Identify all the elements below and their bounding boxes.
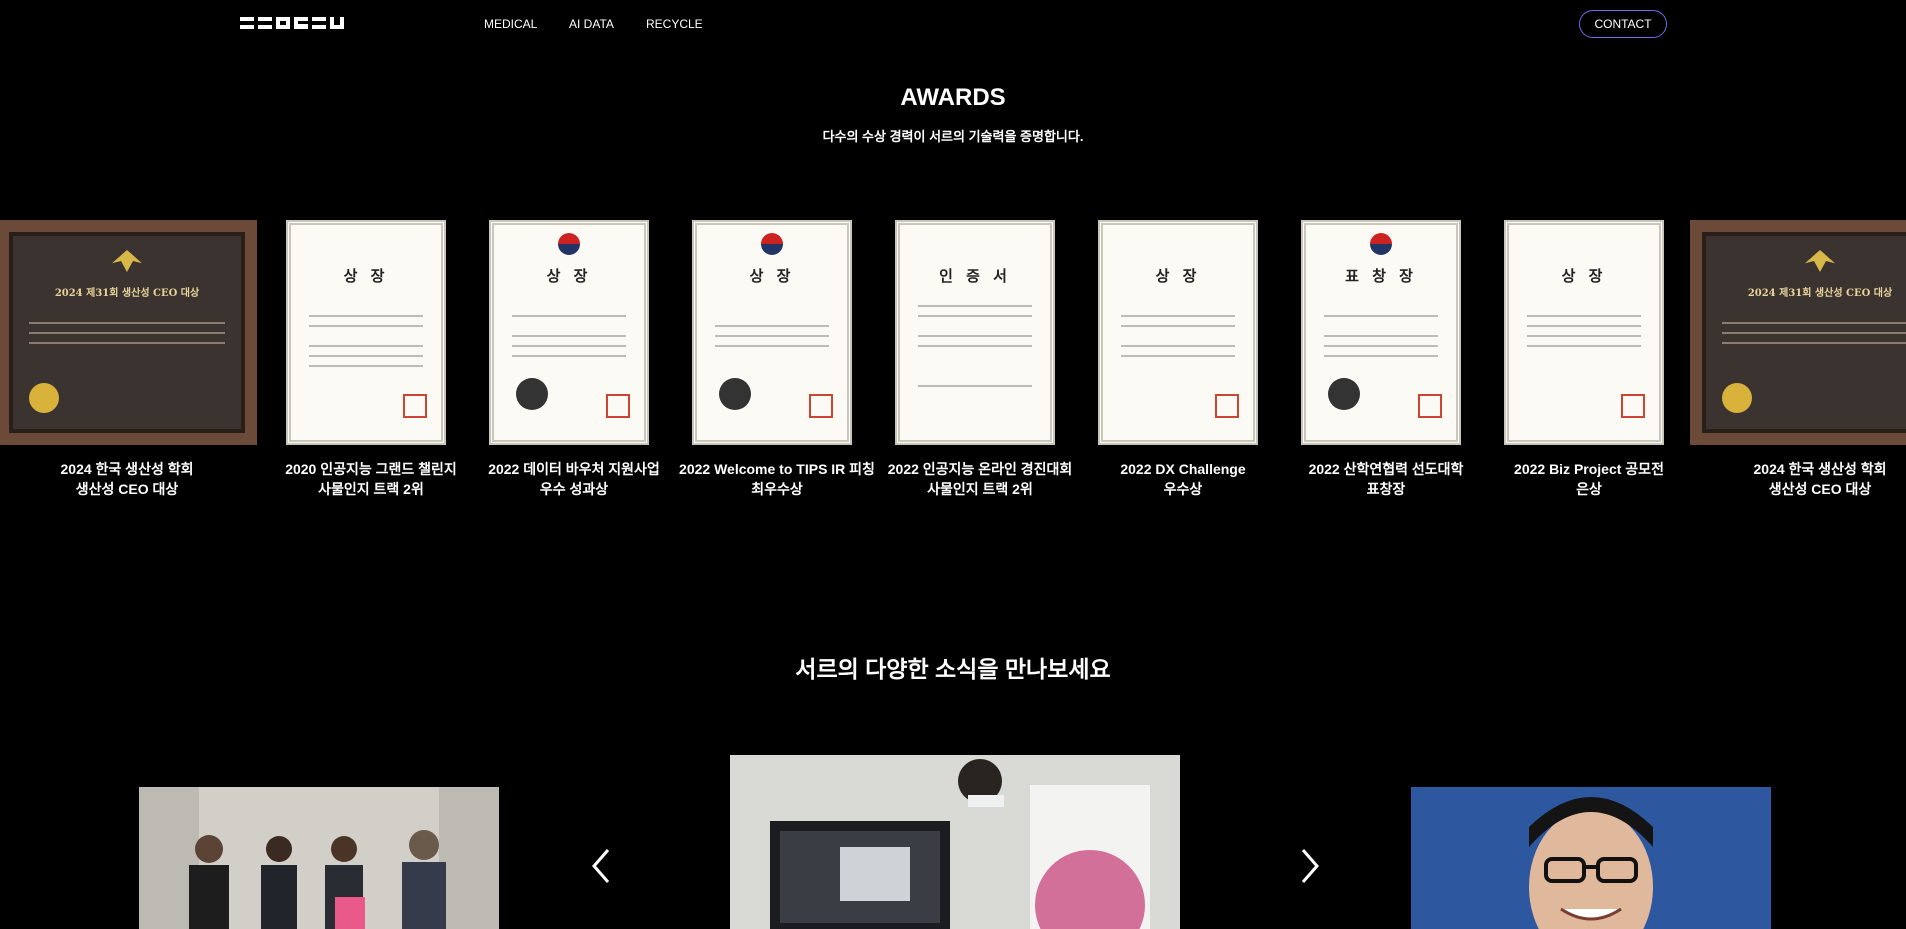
chevron-right-icon[interactable] xyxy=(1293,848,1323,884)
news-card-right[interactable] xyxy=(1411,787,1771,929)
award-certificate-image: 상 장 xyxy=(1504,220,1664,445)
award-certificate-image: 상 장 xyxy=(692,220,852,445)
nav-link-ai-data[interactable]: AI DATA xyxy=(569,17,614,31)
red-seal-icon xyxy=(403,394,427,418)
nav-link-recycle[interactable]: RECYCLE xyxy=(646,17,703,31)
red-seal-icon xyxy=(1215,394,1239,418)
award-card: 2024 제31회 생산성 CEO 대상 2024 한국 생산성 학회 생산성 C… xyxy=(1690,220,1906,510)
award-caption: 2024 한국 생산성 학회 생산성 CEO 대상 xyxy=(1753,461,1887,497)
taegeuk-emblem-icon xyxy=(1370,233,1392,255)
dark-seal-icon xyxy=(1328,378,1360,410)
award-card: 2024 제31회 생산성 CEO 대상 2024 한국 생산성 학회 생산성 C… xyxy=(0,220,257,510)
gold-medal-icon xyxy=(29,383,59,413)
award-plaque-title: 2024 제31회 생산성 CEO 대상 xyxy=(1747,288,1893,299)
news-photo-portrait xyxy=(1411,787,1771,929)
news-card-left[interactable] xyxy=(139,787,499,929)
awards-subtitle: 다수의 수상 경력이 서르의 기술력을 증명합니다. xyxy=(822,129,1084,144)
news-photo-lab xyxy=(730,755,1180,929)
award-certificate-image: 인 증 서 xyxy=(895,220,1055,445)
award-certificate-image: 상 장 xyxy=(489,220,649,445)
nav-link-medical[interactable]: MEDICAL xyxy=(484,17,537,31)
eagle-emblem-icon xyxy=(112,250,142,272)
red-seal-icon xyxy=(1418,394,1442,418)
chevron-left-icon[interactable] xyxy=(588,848,618,884)
awards-carousel[interactable]: 2024 제31회 생산성 CEO 대상 2024 한국 생산성 학회 생산성 C… xyxy=(0,220,1906,510)
top-navigation: MEDICAL AI DATA RECYCLE CONTACT xyxy=(0,0,1906,50)
red-seal-icon xyxy=(1621,394,1645,418)
contact-button[interactable]: CONTACT xyxy=(1579,10,1667,38)
gold-medal-icon xyxy=(1722,383,1752,413)
dark-seal-icon xyxy=(516,378,548,410)
brand-logo[interactable] xyxy=(240,16,344,30)
award-certificate-title: 상 장 xyxy=(749,267,795,285)
taegeuk-emblem-icon xyxy=(558,233,580,255)
red-seal-icon xyxy=(606,394,630,418)
award-certificate-title: 상 장 xyxy=(546,267,592,285)
award-certificate-title: 상 장 xyxy=(1561,267,1607,285)
award-certificate-title: 상 장 xyxy=(1155,267,1201,285)
award-certificate-image: 상 장 xyxy=(1098,220,1258,445)
award-plaque-image: 2024 제31회 생산성 CEO 대상 xyxy=(1690,220,1906,445)
award-certificate-title: 상 장 xyxy=(343,267,389,285)
taegeuk-emblem-icon xyxy=(761,233,783,255)
eagle-emblem-icon xyxy=(1805,250,1835,272)
award-certificate-image: 표 창 장 xyxy=(1301,220,1461,445)
dark-seal-icon xyxy=(719,378,751,410)
award-certificate-title: 인 증 서 xyxy=(939,267,1011,285)
awards-title: AWARDS xyxy=(900,84,1006,111)
award-plaque-image: 2024 제31회 생산성 CEO 대상 xyxy=(0,220,257,445)
news-photo-group xyxy=(139,787,499,929)
award-certificate-image: 상 장 xyxy=(286,220,446,445)
news-card-center[interactable] xyxy=(730,755,1180,929)
red-seal-icon xyxy=(809,394,833,418)
news-section-title: 서르의 다양한 소식을 만나보세요 xyxy=(795,656,1111,682)
award-plaque-title: 2024 제31회 생산성 CEO 대상 xyxy=(54,288,200,299)
award-certificate-title: 표 창 장 xyxy=(1345,267,1417,285)
